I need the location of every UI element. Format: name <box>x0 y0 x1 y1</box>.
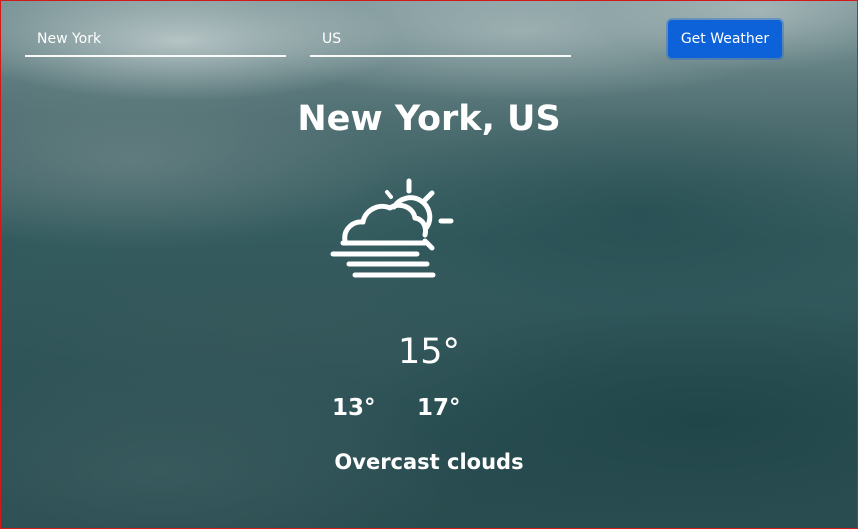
get-weather-button[interactable]: Get Weather <box>668 20 782 58</box>
weather-app: Get Weather New York, US 15° 13° 17° Ove… <box>0 0 858 529</box>
city-input[interactable] <box>25 23 286 55</box>
current-temperature: 15° <box>397 332 461 372</box>
location-title: New York, US <box>297 99 561 139</box>
search-bar: Get Weather <box>1 1 857 71</box>
country-field-wrapper <box>310 23 571 57</box>
country-input[interactable] <box>310 23 571 55</box>
weather-description: Overcast clouds <box>334 450 524 474</box>
max-temperature: 17° <box>417 395 461 421</box>
min-temperature: 13° <box>332 395 376 421</box>
city-field-wrapper <box>25 23 286 57</box>
partly-cloudy-fog-icon <box>327 177 459 285</box>
